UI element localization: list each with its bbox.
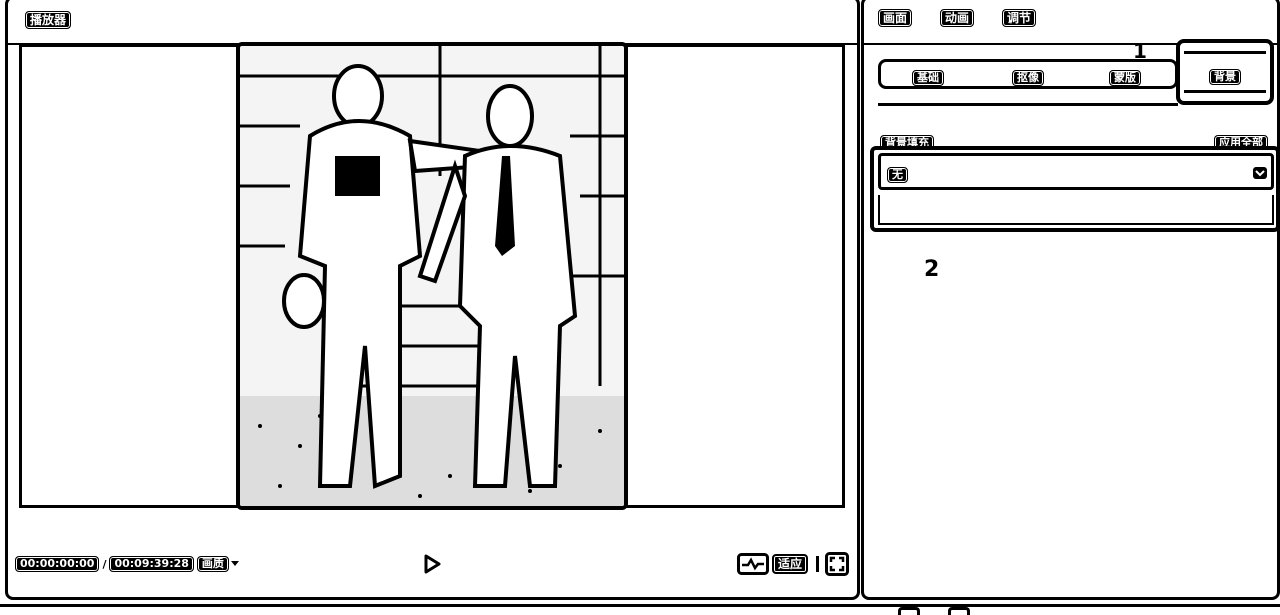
fullscreen-icon[interactable] [825,552,849,576]
fill-select[interactable]: 无 [878,153,1274,190]
tab-adjust[interactable]: 调节 [1002,9,1037,27]
inspector-top-tabs: 画面 动画 调节 [878,9,1037,27]
subtab-background[interactable]: 背景 [1176,39,1274,105]
chevron-down-icon[interactable] [1253,167,1267,179]
chevron-down-icon[interactable] [230,560,240,568]
subtab-cutout-label: 抠像 [1012,70,1044,86]
video-frame[interactable] [236,42,628,510]
fit-button[interactable]: 适应 [772,553,809,574]
timecode-group: 00:00:00:00 / 00:09:39:28 画质 [15,555,240,573]
subtab-cutout[interactable]: 抠像 [1012,66,1044,86]
subtab-mask[interactable]: 蒙版 [1109,66,1141,86]
toolbar-divider [816,556,819,572]
annotation-2: 2 [924,257,940,282]
subtab-basic[interactable]: 基础 [912,66,944,86]
tab-animation[interactable]: 动画 [940,9,975,27]
annotation-1: 1 [1133,39,1147,63]
bottom-divider [0,604,1280,607]
fill-select-value: 无 [887,167,908,183]
subtab-background-label: 背景 [1209,69,1241,85]
player-title-label: 播放器 [25,11,72,29]
video-image [240,46,624,506]
fill-options-area [878,195,1274,225]
quality-button[interactable]: 画质 [196,556,229,572]
subtab-basic-label: 基础 [912,70,944,86]
time-current: 00:00:00:00 [15,556,100,572]
bottom-stub-left [898,607,920,615]
waveform-icon[interactable] [737,553,769,575]
sub-tabs-underline [878,103,1178,106]
player-title: 播放器 [25,9,72,29]
subtab-mask-label: 蒙版 [1109,70,1141,86]
tab-picture[interactable]: 画面 [878,9,913,27]
time-separator: / [102,557,107,571]
bottom-stub-right [948,607,970,615]
play-icon[interactable] [421,553,443,575]
fit-label: 适应 [772,554,809,574]
time-total: 00:09:39:28 [109,556,194,572]
